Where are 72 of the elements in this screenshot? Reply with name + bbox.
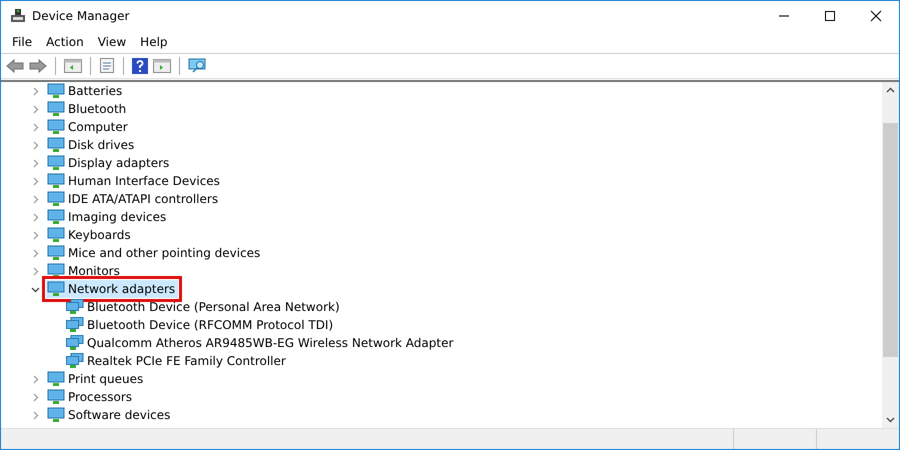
scroll-down-icon[interactable] — [886, 417, 895, 423]
tree-item[interactable]: Processors — [46, 388, 136, 406]
device-icon — [47, 173, 65, 189]
chevron-right-icon[interactable] — [31, 266, 40, 276]
tree-item[interactable]: Bluetooth Device (Personal Area Network) — [65, 298, 343, 316]
network-adapter-icon — [66, 317, 84, 333]
scrollbar[interactable] — [882, 82, 899, 428]
tree-item[interactable]: Qualcomm Atheros AR9485WB-EG Wireless Network Adapter — [65, 334, 456, 352]
close-icon — [870, 10, 882, 22]
chevron-right-icon[interactable] — [31, 194, 40, 204]
menu-item[interactable]: View — [90, 35, 134, 49]
tree-item[interactable]: Print queues — [46, 370, 146, 388]
device-icon — [47, 389, 65, 405]
chevron-down-icon[interactable] — [31, 284, 40, 294]
device-icon — [47, 209, 65, 225]
tree-item[interactable]: Bluetooth Device (RFCOMM Protocol TDI) — [65, 316, 336, 334]
chevron-right-icon[interactable] — [31, 86, 40, 96]
tree-item[interactable]: Disk drives — [46, 136, 138, 154]
chevron-right-icon[interactable] — [31, 374, 40, 384]
network-adapter-icon — [66, 335, 84, 351]
device-icon — [47, 227, 65, 243]
menu-item[interactable]: Action — [39, 35, 91, 49]
tree-item[interactable]: Mice and other pointing devices — [46, 244, 264, 262]
chevron-right-icon[interactable] — [31, 158, 40, 168]
panel-icon[interactable] — [153, 58, 171, 74]
tree-item[interactable]: Imaging devices — [46, 208, 170, 226]
tree-item[interactable]: IDE ATA/ATAPI controllers — [46, 190, 222, 208]
device-icon — [47, 119, 65, 135]
tree-item[interactable]: Computer — [46, 118, 131, 136]
tree-item[interactable]: Realtek PCIe FE Family Controller — [65, 352, 289, 370]
chevron-right-icon[interactable] — [31, 230, 40, 240]
tree-item[interactable]: Monitors — [46, 262, 123, 280]
device-icon — [47, 263, 65, 279]
maximize-icon — [824, 10, 836, 22]
properties-icon[interactable] — [99, 58, 115, 74]
tree-item[interactable]: Network adapters — [46, 280, 178, 298]
device-icon — [47, 155, 65, 171]
tree-item[interactable]: Software devices — [46, 406, 174, 424]
chevron-right-icon[interactable] — [31, 248, 40, 258]
device-icon — [47, 83, 65, 99]
device-icon — [47, 101, 65, 117]
help-icon[interactable] — [132, 58, 148, 74]
device-icon — [47, 191, 65, 207]
back-arrow-icon[interactable] — [6, 58, 24, 74]
chevron-right-icon[interactable] — [31, 212, 40, 222]
tree-item[interactable]: Display adapters — [46, 154, 172, 172]
chevron-right-icon[interactable] — [31, 176, 40, 186]
tree-item[interactable]: Keyboards — [46, 226, 134, 244]
network-adapter-icon — [66, 299, 84, 315]
panel-icon[interactable] — [64, 58, 82, 74]
tree-item[interactable]: Bluetooth — [46, 100, 130, 118]
monitor-search-icon[interactable] — [188, 58, 208, 74]
scroll-up-icon[interactable] — [886, 87, 895, 93]
window-title: Device Manager — [32, 9, 130, 23]
chevron-right-icon[interactable] — [31, 122, 40, 132]
device-icon — [47, 407, 65, 423]
device-icon — [47, 371, 65, 387]
forward-arrow-icon[interactable] — [29, 58, 47, 74]
device-icon — [47, 281, 65, 297]
tree-item[interactable]: Batteries — [46, 82, 126, 100]
scroll-thumb[interactable] — [883, 123, 898, 357]
device-icon — [47, 245, 65, 261]
chevron-right-icon[interactable] — [31, 140, 40, 150]
device-icon — [47, 137, 65, 153]
device-manager-icon — [10, 8, 26, 24]
menu-item[interactable]: File — [5, 35, 40, 49]
menu-item[interactable]: Help — [133, 35, 175, 49]
chevron-right-icon[interactable] — [31, 410, 40, 420]
chevron-right-icon[interactable] — [31, 392, 40, 402]
tree-item[interactable]: Human Interface Devices — [46, 172, 223, 190]
network-adapter-icon — [66, 353, 84, 369]
chevron-right-icon[interactable] — [31, 104, 40, 114]
